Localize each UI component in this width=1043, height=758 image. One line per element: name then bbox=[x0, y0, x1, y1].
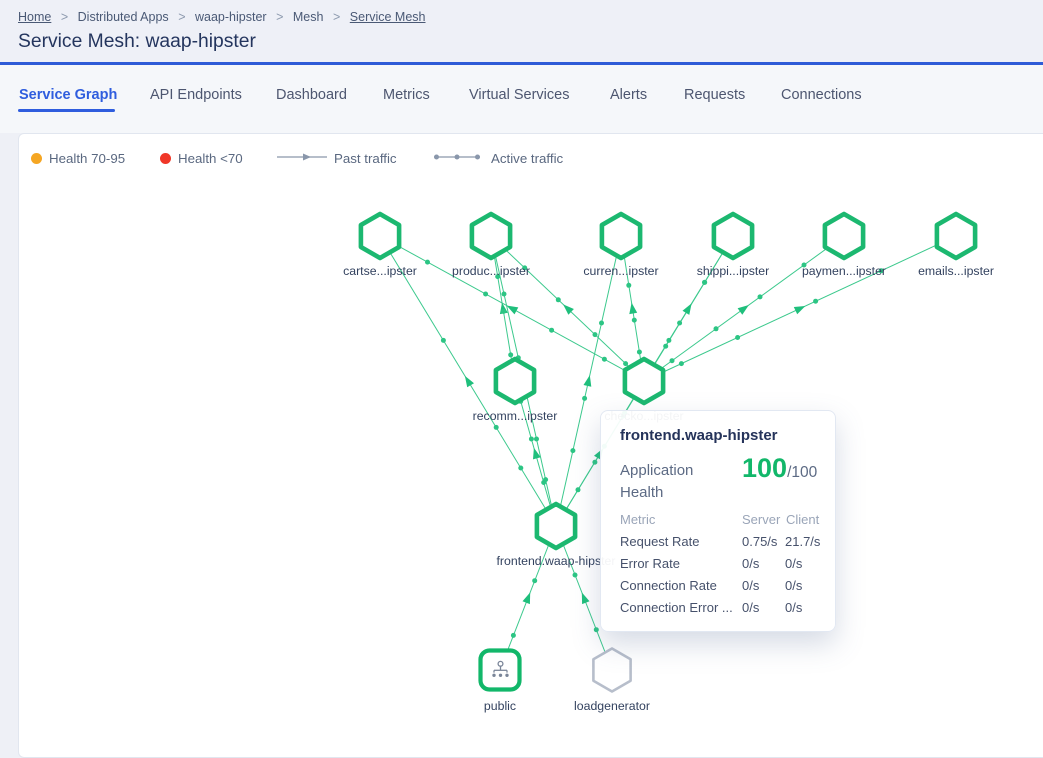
svg-text:curren...ipster: curren...ipster bbox=[583, 264, 658, 278]
svg-text:cartse...ipster: cartse...ipster bbox=[343, 264, 417, 278]
svg-text:loadgenerator: loadgenerator bbox=[574, 699, 650, 713]
svg-text:paymen...ipster: paymen...ipster bbox=[802, 264, 886, 278]
svg-text:emails...ipster: emails...ipster bbox=[918, 264, 994, 278]
svg-text:public: public bbox=[484, 699, 516, 713]
svg-text:frontend.waap-hipster: frontend.waap-hipster bbox=[497, 554, 616, 568]
svg-text:shippi...ipster: shippi...ipster bbox=[697, 264, 769, 278]
svg-text:produc...ipster: produc...ipster bbox=[452, 264, 530, 278]
svg-text:recomm...ipster: recomm...ipster bbox=[473, 409, 558, 423]
